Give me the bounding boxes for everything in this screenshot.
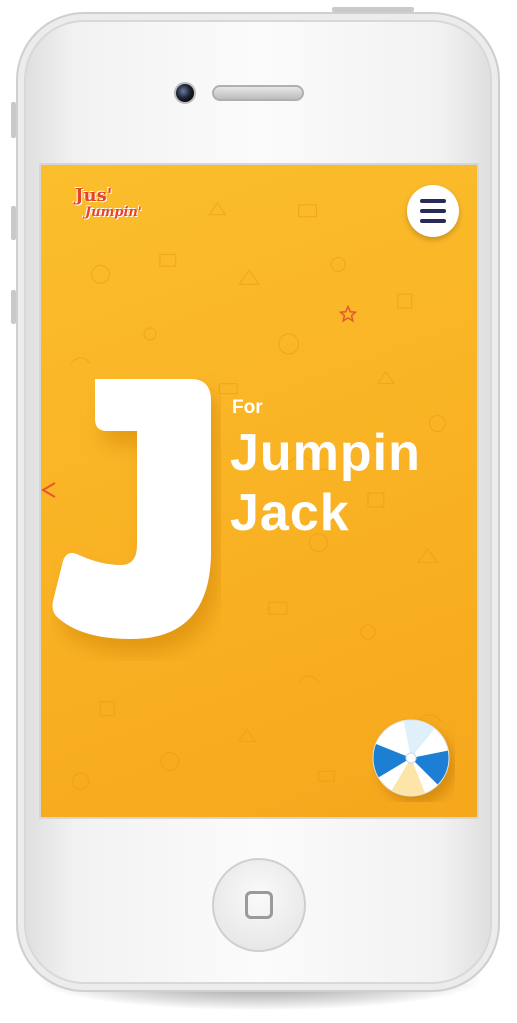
beach-ball-icon — [372, 719, 450, 797]
hero-for-label: For — [232, 397, 263, 418]
mute-switch — [11, 102, 16, 138]
jus-jumpin-logo[interactable]: Jus' Jumpin' — [61, 183, 142, 231]
hamburger-menu-icon-bar — [420, 209, 446, 213]
earpiece-speaker — [212, 85, 304, 101]
volume-up-button — [11, 206, 16, 240]
volume-down-button — [11, 290, 16, 324]
star-outline-icon — [339, 305, 357, 323]
logo-text-top: Jus' — [75, 185, 113, 206]
home-square-icon — [245, 891, 273, 919]
hero-title-line1: Jumpin — [230, 424, 421, 482]
power-button — [332, 7, 414, 12]
home-button[interactable] — [212, 858, 306, 952]
hamburger-menu-icon — [420, 199, 446, 203]
front-camera — [174, 82, 196, 104]
hero-title-line2: Jack — [230, 484, 350, 542]
big-letter-j — [52, 379, 211, 639]
menu-button[interactable] — [407, 185, 459, 237]
hamburger-menu-icon-bar — [420, 219, 446, 223]
app-screen: Jus' Jumpin' J For Jumpin Jack — [39, 163, 479, 819]
logo-text-bottom: Jumpin' — [85, 205, 142, 220]
